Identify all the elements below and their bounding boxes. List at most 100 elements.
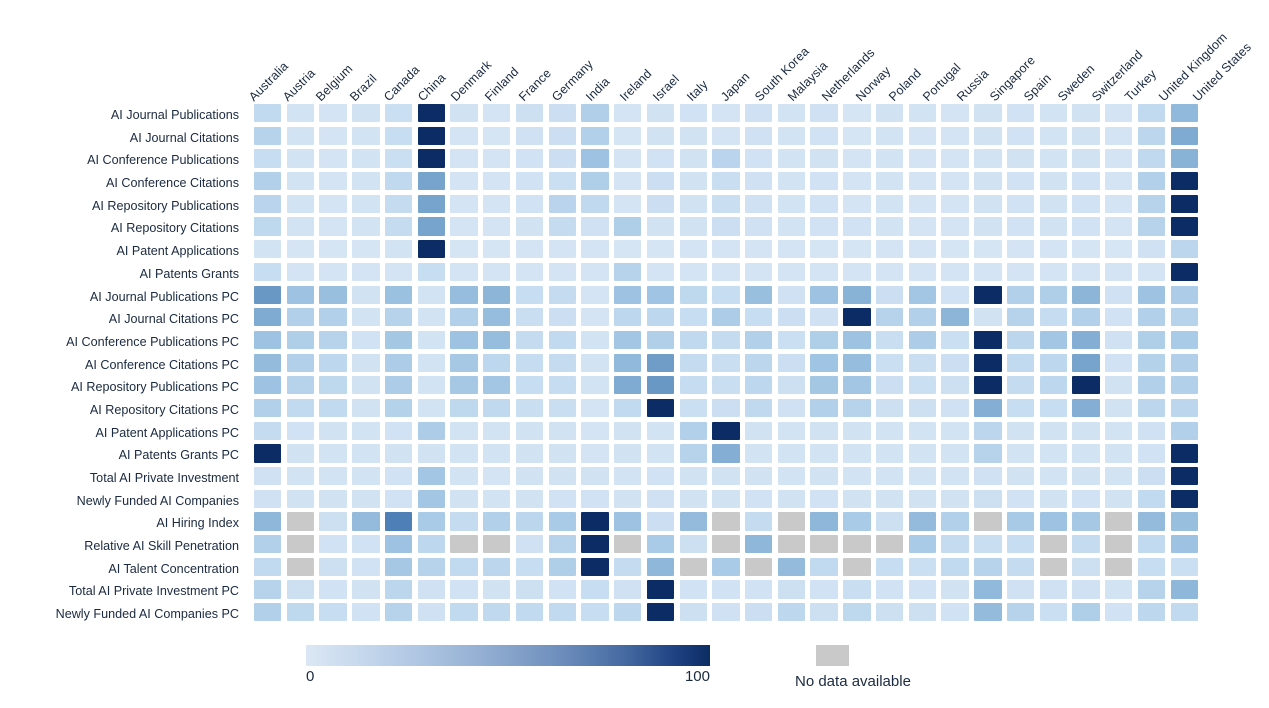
heatmap-cell[interactable] (614, 557, 642, 576)
heatmap-cell[interactable] (1039, 580, 1067, 599)
heatmap-cell[interactable] (1105, 262, 1133, 281)
heatmap-cell[interactable] (384, 149, 413, 168)
heatmap-cell[interactable] (254, 285, 282, 304)
heatmap-cell[interactable] (1039, 194, 1067, 213)
heatmap-cell[interactable] (384, 104, 413, 123)
heatmap-cell[interactable] (384, 353, 413, 372)
heatmap-cell[interactable] (417, 194, 446, 213)
heatmap-cell[interactable] (745, 467, 773, 486)
heatmap-cell[interactable] (1170, 262, 1198, 281)
heatmap-cell[interactable] (483, 172, 511, 191)
heatmap-cell[interactable] (450, 126, 478, 145)
heatmap-cell[interactable] (417, 353, 446, 372)
heatmap-cell[interactable] (1039, 603, 1067, 622)
heatmap-cell[interactable] (908, 444, 937, 463)
heatmap-cell[interactable] (352, 149, 380, 168)
heatmap-cell[interactable] (908, 421, 937, 440)
heatmap-cell[interactable] (843, 376, 871, 395)
heatmap-cell[interactable] (548, 194, 576, 213)
heatmap-cell[interactable] (548, 285, 576, 304)
heatmap-cell[interactable] (450, 217, 478, 236)
heatmap-cell[interactable] (777, 580, 806, 599)
heatmap-cell[interactable] (384, 172, 413, 191)
heatmap-cell[interactable] (352, 512, 380, 531)
heatmap-cell[interactable] (352, 603, 380, 622)
heatmap-cell[interactable] (581, 398, 609, 418)
heatmap-cell[interactable] (1137, 172, 1166, 191)
heatmap-cell[interactable] (712, 330, 740, 350)
heatmap-cell[interactable] (1072, 376, 1100, 395)
heatmap-cell[interactable] (941, 285, 969, 304)
heatmap-cell[interactable] (352, 444, 380, 463)
heatmap-cell[interactable] (417, 104, 446, 123)
heatmap-cell[interactable] (319, 535, 347, 554)
heatmap-cell[interactable] (843, 194, 871, 213)
heatmap-cell[interactable] (581, 149, 609, 168)
heatmap-cell[interactable] (1072, 104, 1100, 123)
heatmap-cell[interactable] (319, 149, 347, 168)
heatmap-cell[interactable] (614, 262, 642, 281)
heatmap-cell[interactable] (810, 580, 838, 599)
heatmap-cell[interactable] (1006, 194, 1035, 213)
heatmap-cell[interactable] (843, 330, 871, 350)
heatmap-cell[interactable] (843, 557, 871, 576)
heatmap-cell[interactable] (1072, 240, 1100, 259)
heatmap-cell[interactable] (745, 217, 773, 236)
heatmap-cell[interactable] (941, 444, 969, 463)
heatmap-cell[interactable] (417, 398, 446, 418)
heatmap-cell[interactable] (712, 535, 740, 554)
heatmap-cell[interactable] (745, 353, 773, 372)
heatmap-cell[interactable] (319, 217, 347, 236)
heatmap-cell[interactable] (286, 262, 315, 281)
heatmap-cell[interactable] (417, 126, 446, 145)
heatmap-cell[interactable] (679, 126, 707, 145)
heatmap-cell[interactable] (974, 467, 1002, 486)
heatmap-cell[interactable] (319, 308, 347, 327)
heatmap-cell[interactable] (941, 353, 969, 372)
heatmap-cell[interactable] (1006, 330, 1035, 350)
heatmap-cell[interactable] (319, 580, 347, 599)
heatmap-cell[interactable] (384, 603, 413, 622)
heatmap-cell[interactable] (1137, 512, 1166, 531)
heatmap-cell[interactable] (1137, 398, 1166, 418)
heatmap-cell[interactable] (1105, 467, 1133, 486)
heatmap-cell[interactable] (941, 104, 969, 123)
heatmap-cell[interactable] (908, 285, 937, 304)
heatmap-cell[interactable] (712, 126, 740, 145)
heatmap-cell[interactable] (417, 489, 446, 508)
heatmap-cell[interactable] (450, 376, 478, 395)
heatmap-cell[interactable] (515, 194, 544, 213)
heatmap-cell[interactable] (254, 149, 282, 168)
heatmap-cell[interactable] (1170, 217, 1198, 236)
heatmap-cell[interactable] (417, 376, 446, 395)
heatmap-cell[interactable] (1039, 489, 1067, 508)
heatmap-cell[interactable] (875, 421, 904, 440)
heatmap-cell[interactable] (712, 104, 740, 123)
heatmap-cell[interactable] (614, 285, 642, 304)
heatmap-cell[interactable] (941, 535, 969, 554)
heatmap-cell[interactable] (614, 104, 642, 123)
heatmap-cell[interactable] (319, 172, 347, 191)
heatmap-cell[interactable] (1006, 353, 1035, 372)
heatmap-cell[interactable] (1170, 149, 1198, 168)
heatmap-cell[interactable] (384, 126, 413, 145)
heatmap-cell[interactable] (286, 580, 315, 599)
heatmap-cell[interactable] (941, 421, 969, 440)
heatmap-cell[interactable] (1137, 580, 1166, 599)
heatmap-cell[interactable] (777, 421, 806, 440)
heatmap-cell[interactable] (417, 217, 446, 236)
heatmap-cell[interactable] (548, 353, 576, 372)
heatmap-cell[interactable] (745, 557, 773, 576)
heatmap-cell[interactable] (1006, 444, 1035, 463)
heatmap-cell[interactable] (548, 512, 576, 531)
heatmap-cell[interactable] (1105, 489, 1133, 508)
heatmap-cell[interactable] (352, 262, 380, 281)
heatmap-cell[interactable] (1072, 308, 1100, 327)
heatmap-cell[interactable] (745, 603, 773, 622)
heatmap-cell[interactable] (777, 285, 806, 304)
heatmap-cell[interactable] (483, 467, 511, 486)
heatmap-cell[interactable] (908, 194, 937, 213)
heatmap-cell[interactable] (712, 580, 740, 599)
heatmap-cell[interactable] (548, 489, 576, 508)
heatmap-cell[interactable] (679, 330, 707, 350)
